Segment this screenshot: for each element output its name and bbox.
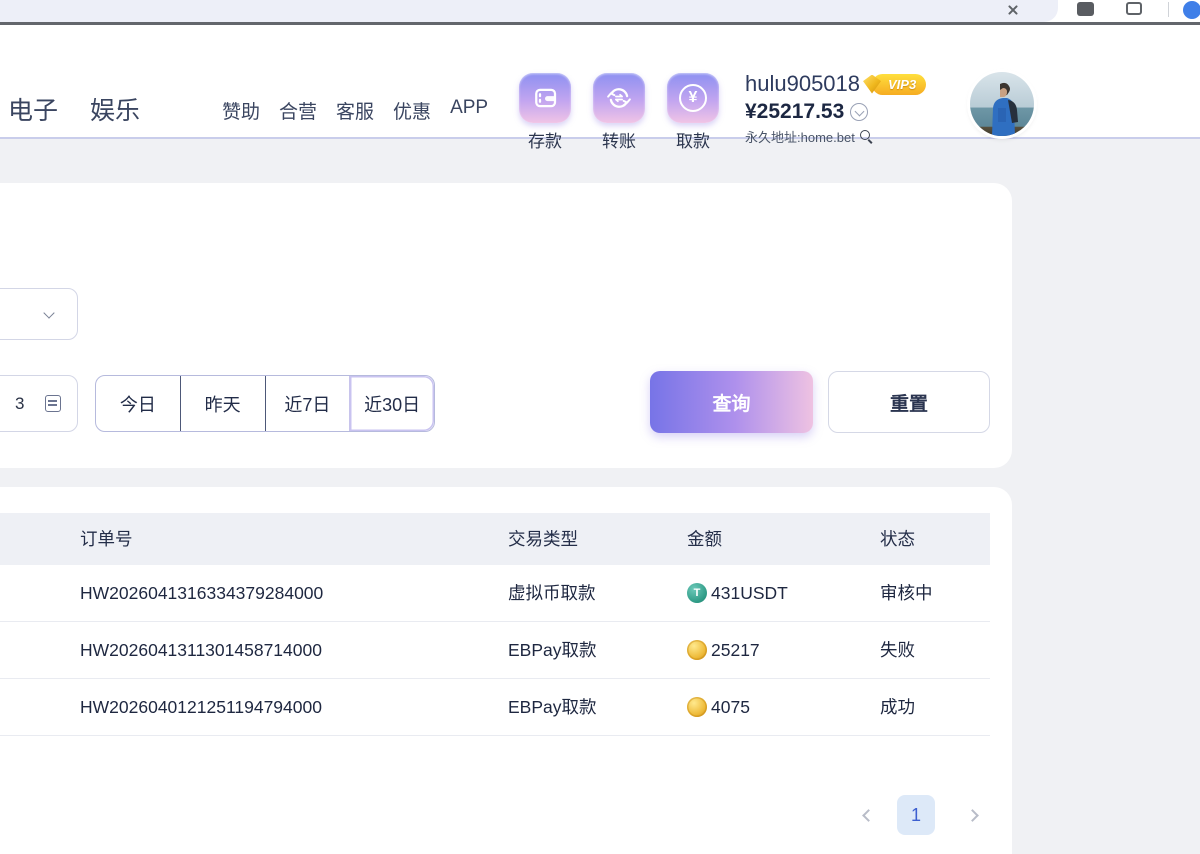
date-range-presets: 今日 昨天 近7日 近30日 bbox=[95, 375, 435, 432]
preset-yesterday[interactable]: 昨天 bbox=[180, 376, 265, 431]
transfer-button[interactable]: 转账 bbox=[592, 73, 646, 152]
records-panel: 订单号 交易类型 金额 状态 HW2026041316334379284000 … bbox=[0, 487, 1012, 854]
column-order: 订单号 bbox=[80, 513, 133, 565]
amount-cell: T 431USDT bbox=[687, 565, 788, 621]
deposit-button[interactable]: 存款 bbox=[518, 73, 572, 152]
pagination-page-1[interactable]: 1 bbox=[897, 795, 935, 835]
type-select[interactable] bbox=[0, 288, 78, 340]
balance-amount: ¥25217.53 bbox=[745, 100, 844, 124]
nav-item-entertainment[interactable]: 娱乐 bbox=[90, 91, 140, 127]
secondary-nav: 赞助 合营 客服 优惠 APP bbox=[222, 97, 488, 124]
app-frame: 电子 娱乐 赞助 合营 客服 优惠 APP 存款 bbox=[0, 0, 1200, 854]
status-badge: 成功 bbox=[880, 679, 915, 735]
withdraw-button[interactable]: ¥ 取款 bbox=[666, 73, 720, 152]
search-icon[interactable] bbox=[860, 130, 874, 144]
status-badge: 审核中 bbox=[880, 565, 933, 621]
transfer-label: 转账 bbox=[602, 127, 636, 152]
yen-symbol: ¥ bbox=[679, 84, 707, 112]
transaction-type: EBPay取款 bbox=[508, 622, 597, 678]
browser-profile-icon[interactable] bbox=[1183, 1, 1200, 19]
deposit-label: 存款 bbox=[528, 127, 562, 152]
status-badge: 失败 bbox=[880, 622, 915, 678]
pagination-next-icon[interactable] bbox=[966, 809, 979, 822]
nav-item-sponsor[interactable]: 赞助 bbox=[222, 97, 260, 124]
date-range-input[interactable]: 3 bbox=[0, 375, 78, 432]
avatar[interactable] bbox=[970, 72, 1034, 136]
browser-strip bbox=[0, 0, 1200, 22]
calendar-icon bbox=[45, 395, 61, 412]
browser-tab[interactable] bbox=[0, 0, 1058, 22]
wallet-icon bbox=[519, 73, 571, 123]
order-number: HW2026041311301458714000 bbox=[80, 622, 322, 678]
table-row[interactable]: HW2026041316334379284000 虚拟币取款 T 431USDT… bbox=[0, 565, 990, 622]
pagination-prev-icon[interactable] bbox=[862, 809, 875, 822]
table-row[interactable]: HW2026040121251194794000 EBPay取款 4075 成功 bbox=[0, 679, 990, 736]
user-block: hulu905018 VIP3 ¥25217.53 永久地址:home.bet bbox=[745, 71, 926, 146]
gold-coin-icon bbox=[687, 640, 707, 660]
nav-item-support[interactable]: 客服 bbox=[336, 97, 374, 124]
primary-nav: 电子 娱乐 bbox=[8, 91, 140, 127]
preset-today[interactable]: 今日 bbox=[96, 376, 180, 431]
close-tab-icon[interactable] bbox=[1006, 3, 1020, 17]
nav-item-games[interactable]: 电子 bbox=[8, 91, 58, 127]
usdt-icon: T bbox=[687, 583, 707, 603]
amount-value: 4075 bbox=[711, 679, 750, 735]
nav-item-promo[interactable]: 优惠 bbox=[393, 97, 431, 124]
withdraw-label: 取款 bbox=[676, 127, 710, 152]
permanent-address: 永久地址:home.bet bbox=[745, 127, 855, 146]
order-number: HW2026041316334379284000 bbox=[80, 565, 323, 621]
transfer-icon bbox=[593, 73, 645, 123]
vip-badge[interactable]: VIP3 bbox=[872, 74, 926, 95]
extension-icon[interactable] bbox=[1077, 2, 1094, 16]
nav-item-partner[interactable]: 合营 bbox=[279, 97, 317, 124]
query-button[interactable]: 查询 bbox=[650, 371, 813, 433]
preset-30days[interactable]: 近30日 bbox=[349, 376, 434, 431]
column-type: 交易类型 bbox=[508, 513, 578, 565]
nav-item-app[interactable]: APP bbox=[450, 97, 488, 124]
vip-level-label: VIP3 bbox=[888, 77, 916, 92]
column-amount: 金额 bbox=[687, 513, 722, 565]
table-header: 订单号 交易类型 金额 状态 bbox=[0, 513, 990, 565]
transaction-type: EBPay取款 bbox=[508, 679, 597, 735]
site-header: 电子 娱乐 赞助 合营 客服 优惠 APP 存款 bbox=[0, 25, 1200, 139]
order-number: HW2026040121251194794000 bbox=[80, 679, 322, 735]
withdraw-yen-icon: ¥ bbox=[667, 73, 719, 123]
transaction-type: 虚拟币取款 bbox=[508, 565, 596, 621]
chevron-down-icon bbox=[43, 307, 54, 318]
gem-icon bbox=[863, 75, 881, 94]
table-row[interactable]: HW2026041311301458714000 EBPay取款 25217 失… bbox=[0, 622, 990, 679]
amount-cell: 4075 bbox=[687, 679, 750, 735]
date-value: 3 bbox=[15, 376, 24, 431]
column-status: 状态 bbox=[880, 513, 915, 565]
reset-button[interactable]: 重置 bbox=[828, 371, 990, 433]
gold-coin-icon bbox=[687, 697, 707, 717]
amount-cell: 25217 bbox=[687, 622, 760, 678]
browser-window-icon[interactable] bbox=[1126, 2, 1142, 15]
quick-actions: 存款 转账 ¥ 取款 bbox=[518, 73, 720, 152]
username[interactable]: hulu905018 bbox=[745, 71, 860, 97]
preset-7days[interactable]: 近7日 bbox=[265, 376, 350, 431]
amount-value: 431USDT bbox=[711, 565, 788, 621]
amount-value: 25217 bbox=[711, 622, 760, 678]
chrome-separator bbox=[1168, 2, 1169, 17]
refresh-balance-icon[interactable] bbox=[850, 103, 868, 121]
